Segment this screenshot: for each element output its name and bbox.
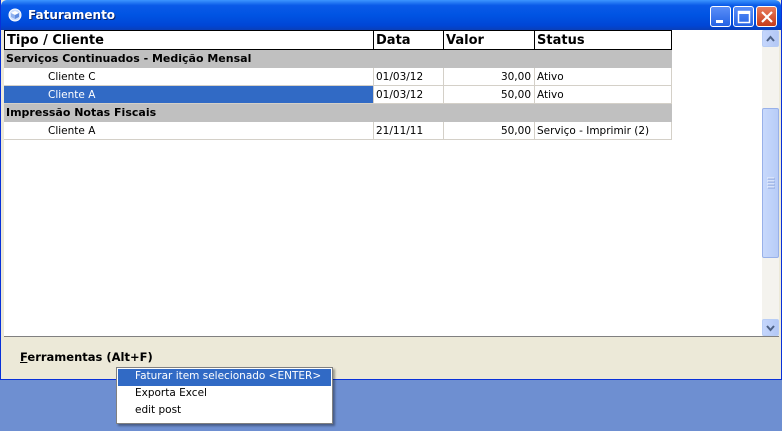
maximize-icon (737, 10, 751, 24)
cell-status: Serviço - Imprimir (2) (535, 122, 672, 140)
ferramentas-label: erramentas (Alt+F) (27, 350, 153, 364)
ferramentas-menu[interactable]: Ferramentas (Alt+F) (20, 350, 153, 364)
cell-cliente: Cliente C (4, 68, 374, 86)
table-row[interactable]: Cliente A 21/11/11 50,00 Serviço - Impri… (4, 122, 672, 140)
minimize-icon (716, 20, 723, 23)
column-header-data[interactable]: Data (374, 30, 444, 50)
app-icon (8, 8, 22, 22)
cell-status: Ativo (535, 68, 672, 86)
group-header[interactable]: Serviços Continuados - Medição Mensal (4, 50, 672, 68)
menu-item-faturar[interactable]: Faturar item selecionado <ENTER> (118, 369, 331, 386)
chevron-down-icon (766, 325, 775, 332)
scroll-down-button[interactable] (762, 319, 779, 336)
cell-valor: 30,00 (444, 68, 535, 86)
close-icon (761, 11, 773, 23)
chevron-up-icon (766, 35, 775, 42)
table-row-selected[interactable]: Cliente A 01/03/12 50,00 Ativo (4, 86, 672, 104)
minimize-button[interactable] (710, 6, 731, 27)
vertical-scrollbar[interactable] (762, 30, 779, 336)
menu-item-edit-post[interactable]: edit post (118, 403, 331, 420)
cell-valor: 50,00 (444, 122, 535, 140)
cell-data: 01/03/12 (374, 68, 444, 86)
faturamento-window: Faturamento Tipo / Cliente Data Valor St… (0, 0, 782, 380)
cell-data: 01/03/12 (374, 86, 444, 104)
group-header[interactable]: Impressão Notas Fiscais (4, 104, 672, 122)
cell-valor: 50,00 (444, 86, 535, 104)
title-bar[interactable]: Faturamento (1, 0, 781, 30)
ferramentas-popup-menu: Faturar item selecionado <ENTER> Exporta… (116, 367, 333, 424)
cell-status: Ativo (535, 86, 672, 104)
column-header-tipo-cliente[interactable]: Tipo / Cliente (4, 30, 374, 50)
maximize-button[interactable] (733, 6, 754, 27)
column-header-status[interactable]: Status (535, 30, 672, 50)
window-title: Faturamento (28, 8, 116, 22)
cell-cliente: Cliente A (4, 86, 374, 104)
menu-item-exporta-excel[interactable]: Exporta Excel (118, 386, 331, 403)
scroll-up-button[interactable] (762, 30, 779, 47)
scrollbar-thumb[interactable] (762, 108, 779, 258)
table-row[interactable]: Cliente C 01/03/12 30,00 Ativo (4, 68, 672, 86)
cell-data: 21/11/11 (374, 122, 444, 140)
grip-icon (767, 177, 775, 189)
close-button[interactable] (756, 6, 777, 27)
cell-cliente: Cliente A (4, 122, 374, 140)
column-header-valor[interactable]: Valor (444, 30, 535, 50)
billing-grid[interactable]: Tipo / Cliente Data Valor Status Serviço… (4, 30, 779, 337)
